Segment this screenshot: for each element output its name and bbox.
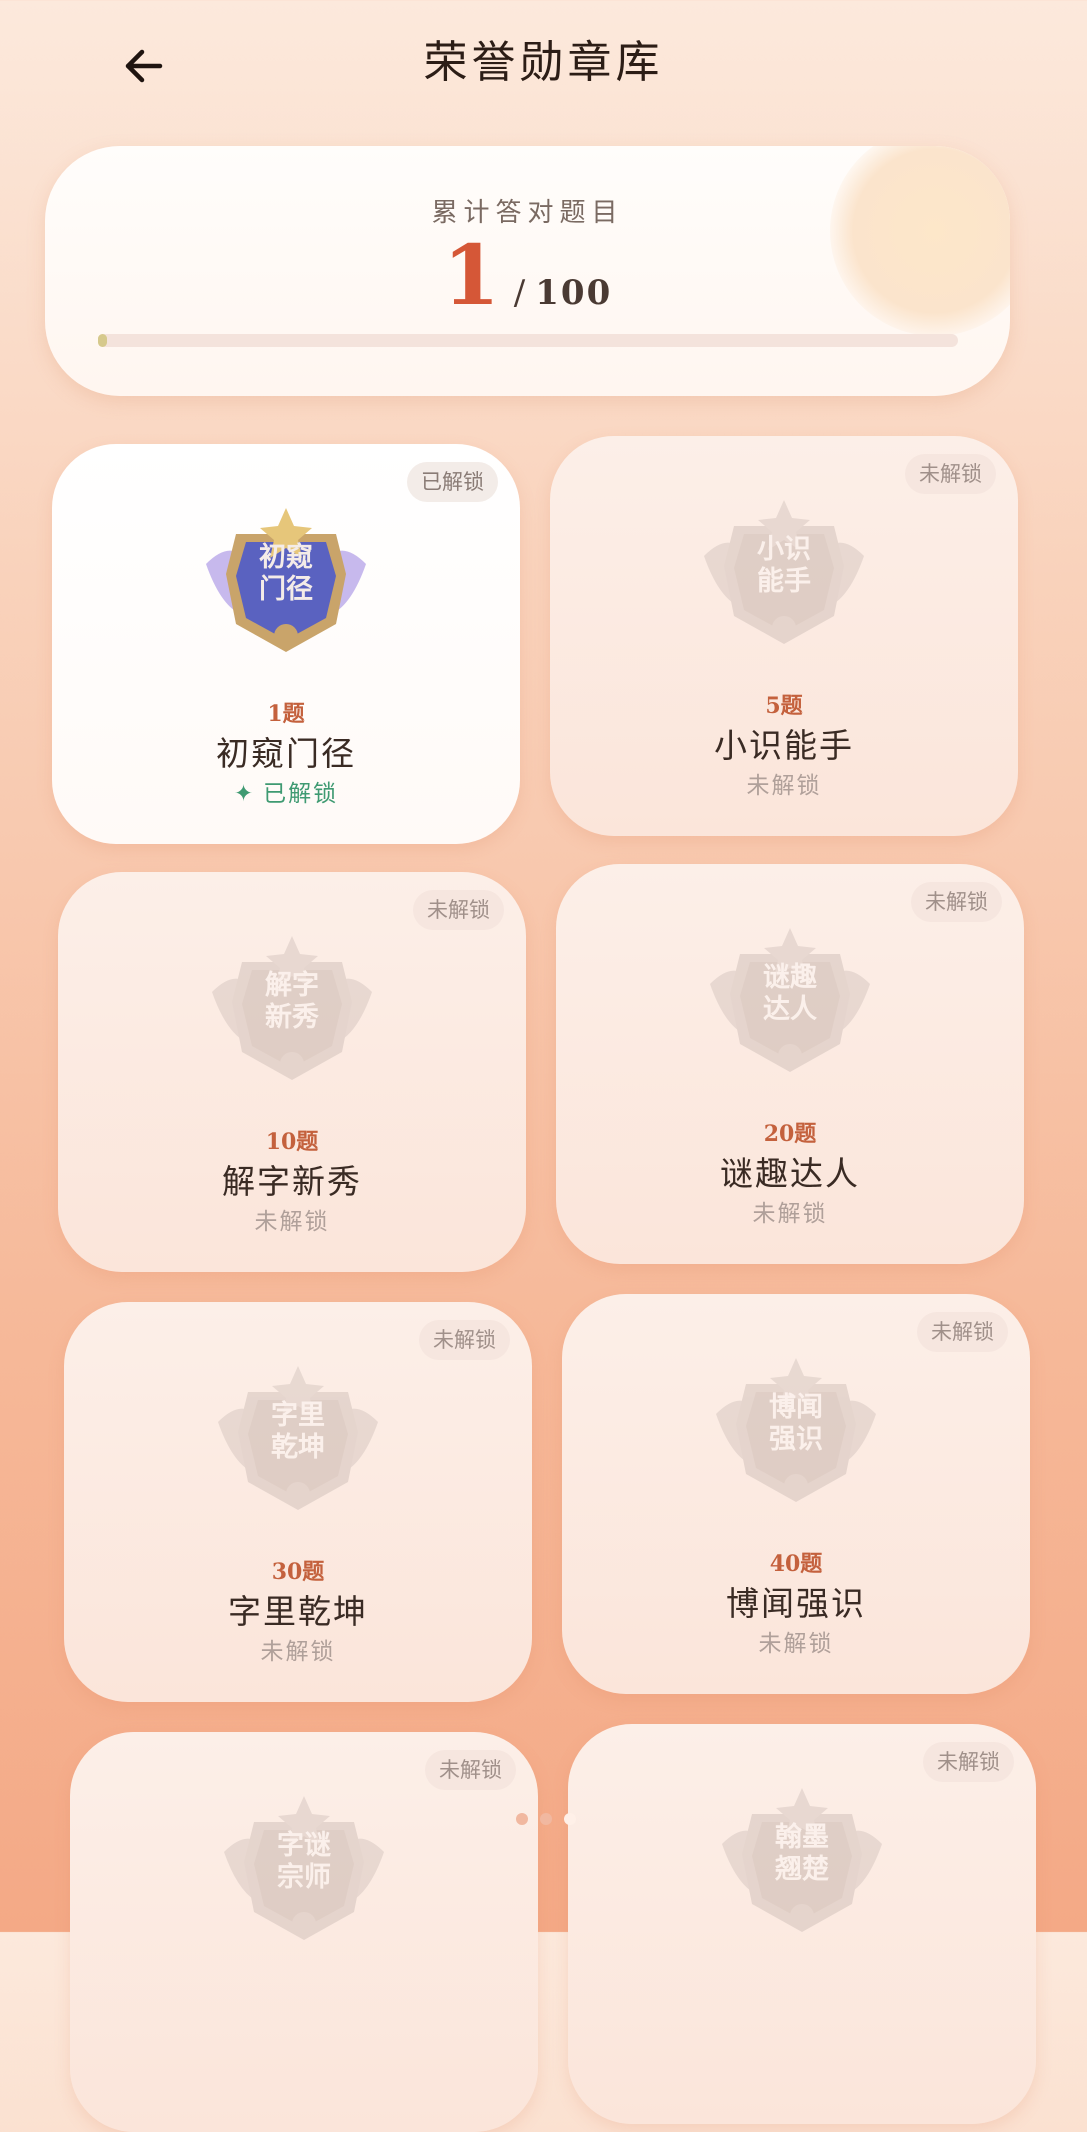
progress-bar: [98, 334, 958, 347]
badge-status-tag: 未解锁: [917, 1312, 1008, 1352]
progress-summary-card: 累计答对题目 1 /100: [45, 146, 1010, 396]
badge-name: 字里乾坤: [228, 1592, 368, 1631]
page-indicator: [516, 1813, 576, 1825]
medal-text-line-2: 门径: [259, 574, 313, 605]
badge-name: 博闻强识: [726, 1584, 866, 1623]
badge-status-tag: 未解锁: [425, 1750, 516, 1790]
badge-name: 小识能手: [714, 726, 854, 765]
medal-text-line-2: 达人: [763, 994, 817, 1025]
badge-card-8[interactable]: 未解锁 翰墨 翘楚: [568, 1724, 1036, 2124]
top-bar: 荣誉勋章库: [0, 0, 1087, 120]
badge-card-3[interactable]: 未解锁 解字 新秀 10题 解字新秀 未解锁: [58, 872, 526, 1272]
medal-icon: 字里 乾坤: [208, 1362, 388, 1522]
badge-status-tag: 未解锁: [923, 1742, 1014, 1782]
answer-count: 1 /100: [45, 228, 1010, 324]
medal-icon: 解字 新秀: [202, 932, 382, 1092]
badge-requirement: 1题: [267, 701, 305, 727]
badge-requirement: 40题: [769, 1551, 823, 1577]
medal-text-line-1: 初窥: [259, 542, 313, 573]
medal-icon: 字谜 宗师: [214, 1792, 394, 1952]
medal-text-line-1: 小识: [757, 534, 811, 565]
badge-status-tag: 未解锁: [413, 890, 504, 930]
badge-card-7[interactable]: 未解锁 字谜 宗师: [70, 1732, 538, 2132]
medal-text-line-2: 强识: [769, 1424, 823, 1455]
badge-requirement: 5题: [765, 693, 803, 719]
medal-text-line-1: 翰墨: [775, 1822, 829, 1853]
medal-icon: 小识 能手: [694, 496, 874, 656]
medal-text-line-2: 翘楚: [775, 1854, 829, 1885]
medal-text-line-1: 解字: [265, 970, 319, 1001]
sparkle-icon: ✦: [233, 781, 256, 807]
badge-card-5[interactable]: 未解锁 字里 乾坤 30题 字里乾坤 未解锁: [64, 1302, 532, 1702]
badge-card-6[interactable]: 未解锁 博闻 强识 40题 博闻强识 未解锁: [562, 1294, 1030, 1694]
medal-text-line-1: 博闻: [769, 1392, 823, 1423]
badge-status-tag: 未解锁: [419, 1320, 510, 1360]
total-count: 100: [535, 273, 613, 313]
medal-text-line-2: 能手: [757, 566, 811, 597]
badge-status-text: 已解锁: [263, 781, 339, 807]
count-separator: /: [513, 273, 526, 313]
medal-icon: 翰墨 翘楚: [712, 1784, 892, 1944]
badge-status: 未解锁: [758, 1631, 834, 1657]
medal-icon: 谜趣 达人: [700, 924, 880, 1084]
badge-card-4[interactable]: 未解锁 谜趣 达人 20题 谜趣达人 未解锁: [556, 864, 1024, 1264]
badge-status: 未解锁: [260, 1639, 336, 1665]
badge-status-tag: 未解锁: [905, 454, 996, 494]
current-count: 1: [442, 228, 500, 324]
badge-name: 初窥门径: [216, 734, 356, 773]
badge-requirement: 20题: [763, 1121, 817, 1147]
medal-text-line-2: 乾坤: [271, 1432, 325, 1463]
badge-requirement: 10题: [265, 1129, 319, 1155]
badge-requirement: 30题: [271, 1559, 325, 1585]
badge-card-2[interactable]: 未解锁 小识 能手 5题 小识能手 未解锁: [550, 436, 1018, 836]
progress-bar-fill: [98, 334, 107, 347]
page-dot: [540, 1813, 552, 1825]
badge-status: 未解锁: [254, 1209, 330, 1235]
badge-status-tag: 未解锁: [911, 882, 1002, 922]
medal-text-line-1: 谜趣: [763, 962, 817, 993]
medal-text-line-1: 字谜: [277, 1830, 331, 1861]
badge-name: 谜趣达人: [720, 1154, 860, 1193]
medal-text-line-2: 新秀: [265, 1002, 319, 1033]
badge-status: 未解锁: [746, 773, 822, 799]
badge-card-1[interactable]: 已解锁 初窥 门径 1题 初窥门径 ✦ 已解锁: [52, 444, 520, 844]
medal-icon: 博闻 强识: [706, 1354, 886, 1514]
badge-name: 解字新秀: [222, 1162, 362, 1201]
page-title: 荣誉勋章库: [423, 37, 664, 88]
page-dot-active: [564, 1813, 576, 1825]
badge-status: ✦ 已解锁: [52, 774, 520, 808]
summary-label: 累计答对题目: [431, 198, 624, 228]
badge-status-tag: 已解锁: [407, 462, 498, 502]
badge-status: 未解锁: [752, 1201, 828, 1227]
medal-text-line-1: 字里: [271, 1400, 325, 1431]
medal-icon: 初窥 门径: [196, 504, 376, 664]
page-dot: [516, 1813, 528, 1825]
medal-text-line-2: 宗师: [277, 1862, 331, 1893]
